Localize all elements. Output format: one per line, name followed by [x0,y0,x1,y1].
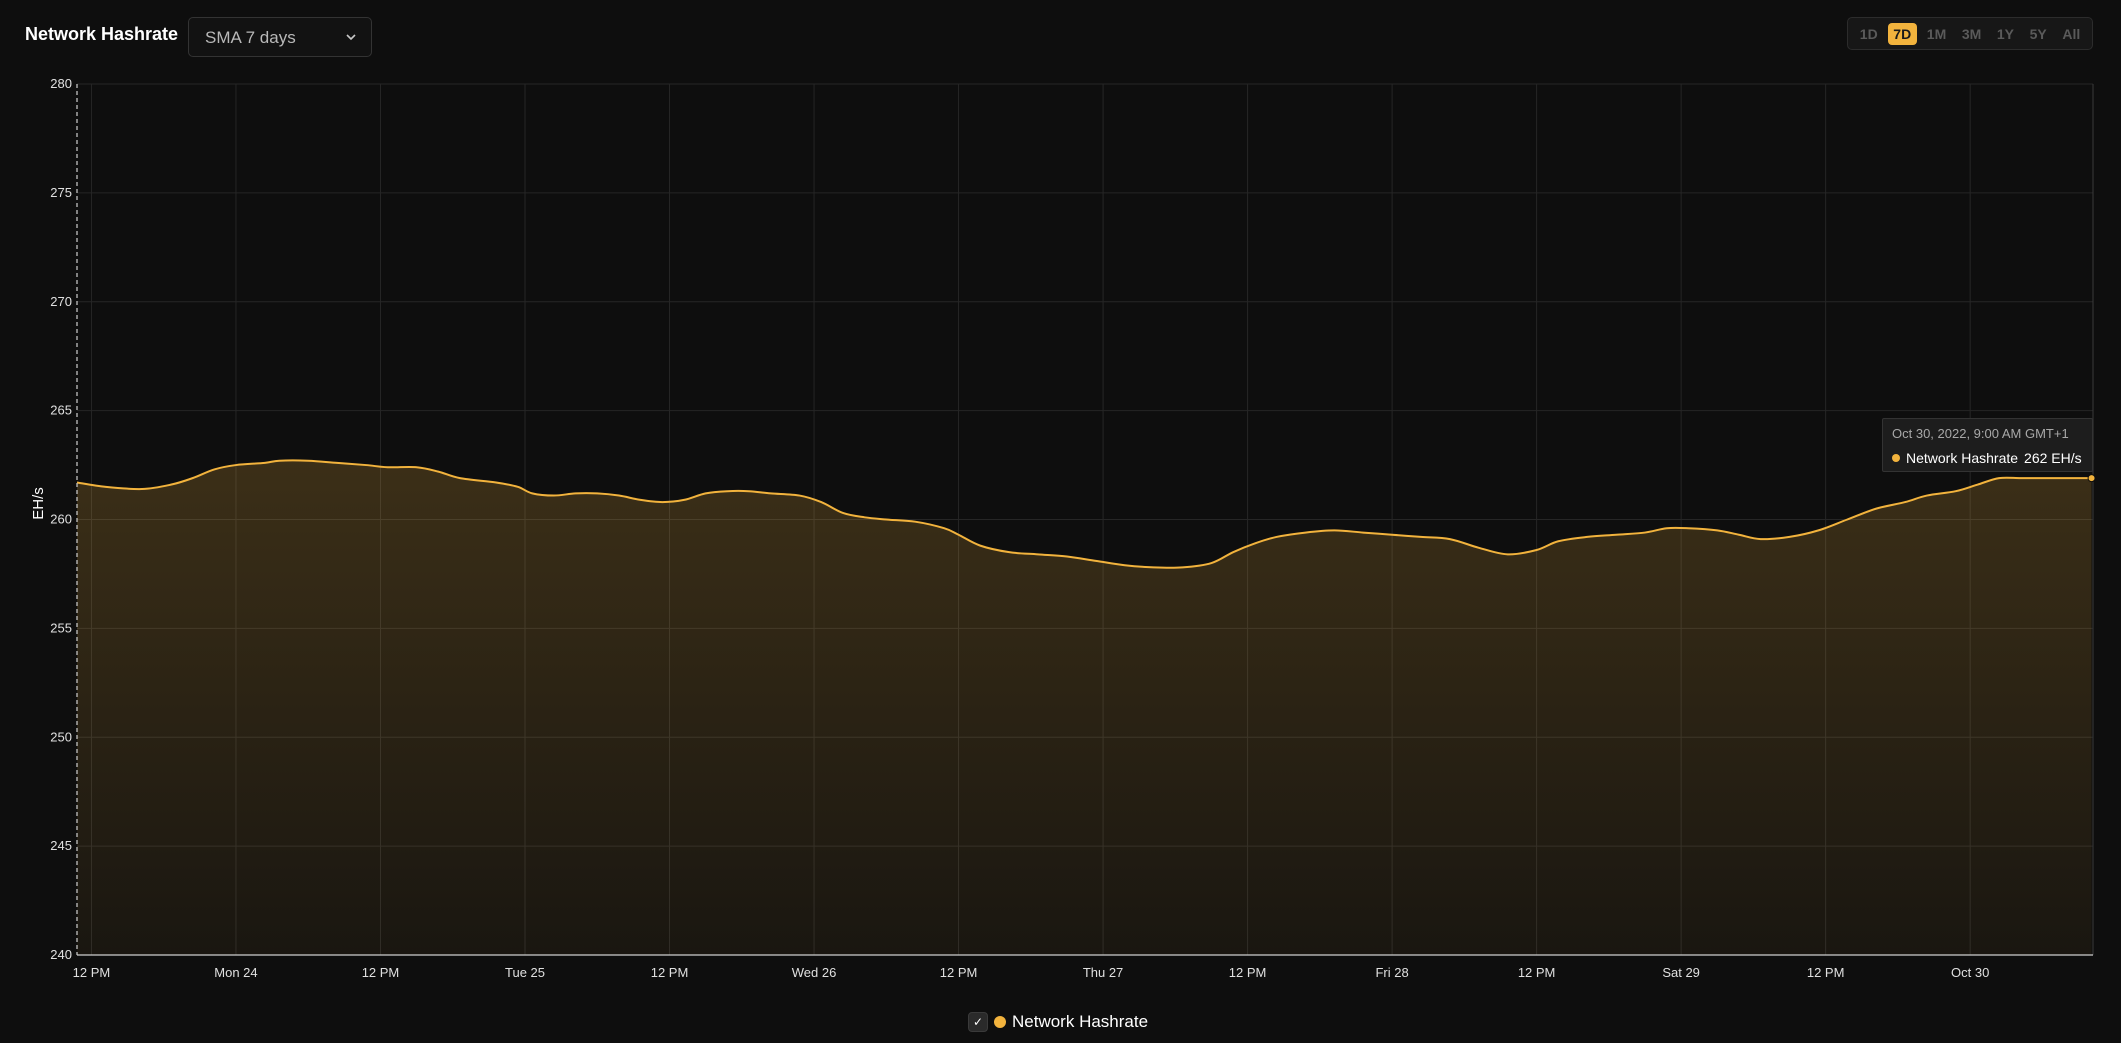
x-tick-label: Tue 25 [505,965,545,980]
x-tick-label: Wed 26 [792,965,837,980]
tooltip-value: 262 EH/s [2024,450,2082,466]
y-tick-label: 245 [50,838,72,853]
y-tick-label: 270 [50,294,72,309]
y-tick-label: 275 [50,185,72,200]
series-area-fill [77,460,2092,955]
x-tick-label: 12 PM [1807,965,1845,980]
y-tick-label: 260 [50,512,72,527]
x-tick-label: Fri 28 [1375,965,1408,980]
tooltip-row: Network Hashrate 262 EH/s [1892,450,2082,466]
chart-tooltip: Oct 30, 2022, 9:00 AM GMT+1 Network Hash… [1882,418,2093,472]
hashrate-chart[interactable]: 240 245 250 255 260 265 270 275 280 12 PM Mon 24 12… [0,0,2121,1000]
tooltip-date: Oct 30, 2022, 9:00 AM GMT+1 [1892,426,2069,441]
x-tick-label: 12 PM [362,965,400,980]
x-tick-label: 12 PM [1229,965,1267,980]
x-tick-label: Thu 27 [1083,965,1123,980]
x-tick-label: 12 PM [651,965,689,980]
y-tick-label: 240 [50,947,72,962]
legend-color-dot [994,1016,1006,1028]
x-tick-label: Mon 24 [214,965,257,980]
x-tick-label: Sat 29 [1662,965,1700,980]
x-tick-label: Oct 30 [1951,965,1989,980]
legend-label[interactable]: Network Hashrate [1012,1012,1148,1032]
app: Network Hashrate SMA 7 days 1D 7D 1M 3M … [0,0,2121,1043]
x-tick-label: 12 PM [940,965,978,980]
y-tick-label: 255 [50,620,72,635]
series-color-dot [1892,454,1900,462]
y-tick-label: 250 [50,729,72,744]
y-tick-label: 280 [50,76,72,91]
checkmark-icon: ✓ [972,1015,984,1029]
x-tick-label: 12 PM [73,965,111,980]
y-tick-label: 265 [50,403,72,418]
y-axis-label: EH/s [30,487,47,520]
hover-point-marker [2087,474,2096,483]
chart-legend: ✓ Network Hashrate [968,1011,1148,1033]
legend-checkbox[interactable]: ✓ [968,1012,988,1032]
tooltip-series-name: Network Hashrate [1906,450,2019,466]
x-tick-label: 12 PM [1518,965,1556,980]
